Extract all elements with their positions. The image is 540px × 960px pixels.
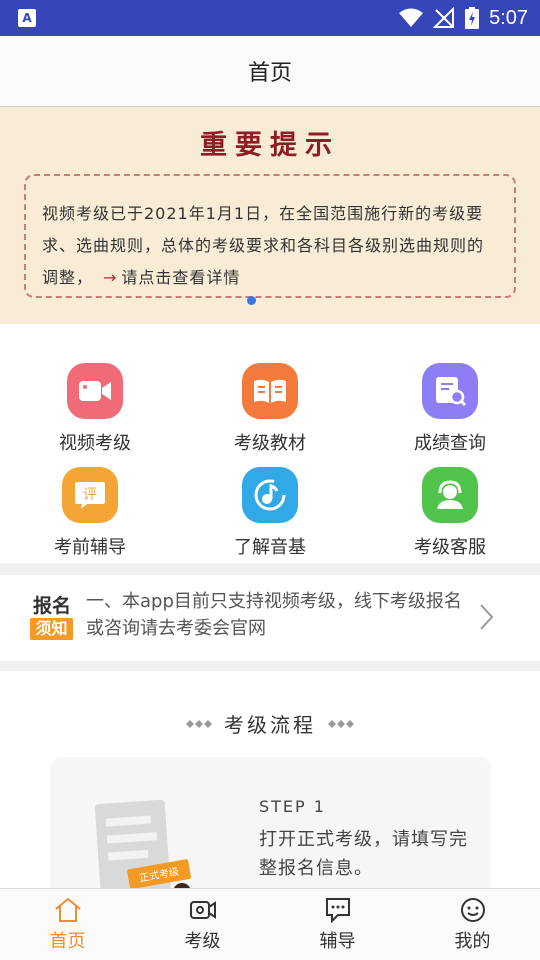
app-notification-icon: A: [18, 9, 36, 27]
video-camera-icon: [67, 363, 123, 419]
nav-label: 我的: [454, 931, 491, 952]
notice-text: 一、本app目前只支持视频考级，线下考级报名或咨询请去考委会官网: [86, 591, 462, 639]
feature-label: 考级客服: [414, 537, 486, 558]
process-title: 考级流程: [224, 713, 316, 737]
wifi-icon: [399, 8, 424, 27]
bottom-nav: 首页 考级 辅导 我的: [0, 888, 540, 960]
step-label: STEP 1: [259, 797, 326, 816]
video-icon: [189, 901, 216, 919]
diamond-divider-icon: [328, 719, 354, 728]
comment-ping-icon: 评: [62, 467, 118, 523]
carousel-indicator-dot[interactable]: [247, 296, 256, 305]
battery-charging-icon: [465, 7, 480, 29]
nav-home[interactable]: 首页: [0, 889, 135, 960]
app-header: 首页: [0, 36, 540, 107]
open-book-icon: [242, 363, 298, 419]
home-icon: [54, 897, 81, 922]
feature-label: 成绩查询: [414, 433, 486, 454]
page-title: 首页: [247, 61, 292, 86]
nav-profile[interactable]: 我的: [405, 889, 540, 960]
feature-label: 视频考级: [59, 433, 131, 454]
diamond-divider-icon: [186, 719, 212, 728]
nav-exam[interactable]: 考级: [135, 889, 270, 960]
nav-label: 首页: [49, 931, 86, 952]
banner-notice-box[interactable]: 视频考级已于2021年1月1日，在全国范围施行新的考级要求、选曲规则，总体的考级…: [24, 174, 516, 298]
comment-ping-glyph: 评: [83, 487, 97, 503]
process-title-row: 考级流程: [0, 709, 540, 738]
search-document-icon: [422, 363, 478, 419]
chevron-right-icon[interactable]: [478, 603, 494, 631]
customer-service-icon: [422, 467, 478, 523]
step-illustration: 正式考级: [94, 799, 191, 891]
process-step-card: 正式考级 STEP 1 打开正式考级，请填写完整报名信息。: [50, 757, 491, 891]
feature-textbooks[interactable]: 考级教材: [205, 363, 335, 455]
feature-grid: 视频考级 考级教材 成绩查询 评 考前辅导 了解音基 考级客服: [0, 324, 540, 563]
feature-customer-service[interactable]: 考级客服: [385, 467, 515, 559]
registration-notice[interactable]: 报名 须知 一、本app目前只支持视频考级，线下考级报名或咨询请去考委会官网: [0, 575, 540, 661]
feature-label: 考级教材: [234, 433, 306, 454]
feature-video-exam[interactable]: 视频考级: [30, 363, 160, 455]
banner-carousel[interactable]: 重要提示 视频考级已于2021年1月1日，在全国范围施行新的考级要求、选曲规则，…: [0, 107, 540, 324]
nav-tutoring[interactable]: 辅导: [270, 889, 405, 960]
feature-score-query[interactable]: 成绩查询: [385, 363, 515, 455]
status-time: 5:07: [489, 6, 528, 29]
nav-label: 辅导: [319, 931, 356, 952]
exam-process-section: 考级流程 正式考级 STEP 1 打开正式考级，请填写完整报名信息。: [0, 671, 540, 891]
arrow-right-icon: →: [103, 268, 118, 287]
feature-label: 了解音基: [234, 537, 306, 558]
banner-detail-link[interactable]: 请点击查看详情: [121, 268, 240, 287]
no-signal-icon: [433, 7, 455, 28]
feature-pre-exam-tutoring[interactable]: 评 考前辅导: [25, 467, 155, 559]
feature-music-theory[interactable]: 了解音基: [205, 467, 335, 559]
chat-bubble-icon: [325, 898, 350, 923]
music-note-icon: [242, 467, 298, 523]
smiley-icon: [460, 898, 485, 922]
notice-badge-tag: 须知: [30, 618, 73, 640]
step-text: 打开正式考级，请填写完整报名信息。: [259, 829, 468, 879]
feature-label: 考前辅导: [54, 537, 126, 558]
status-bar: A 5:07: [0, 0, 540, 36]
banner-title: 重要提示: [200, 130, 340, 161]
notice-badge-title: 报名: [33, 595, 72, 617]
nav-label: 考级: [184, 931, 221, 952]
